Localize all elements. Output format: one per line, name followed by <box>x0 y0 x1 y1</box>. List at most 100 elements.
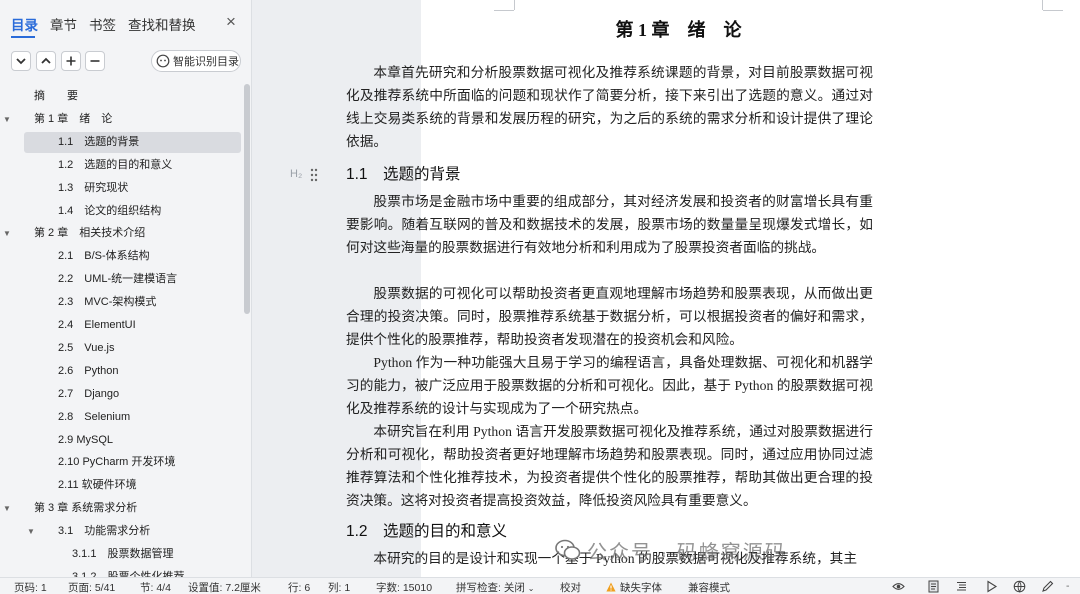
toc-item-label: 1.4 论文的组织结构 <box>58 204 162 217</box>
toc-item-label: 2.5 Vue.js <box>58 341 115 354</box>
chevron-down-icon <box>16 58 26 65</box>
toc-item-label: 2.11 软硬件环境 <box>58 479 137 492</box>
watermark: 公众号 · 码蜂窝源码 <box>555 532 895 568</box>
chapter-title: 第 1 章 绪 论 <box>615 20 742 40</box>
toc-item[interactable]: 2.7 Django <box>24 384 241 405</box>
caret-down-icon[interactable]: ▼ <box>2 109 12 130</box>
remove-heading-button[interactable] <box>85 51 105 71</box>
warning-icon <box>606 582 616 592</box>
caret-down-icon[interactable]: ▼ <box>2 498 12 519</box>
status-setting-value[interactable]: 设置值: 7.2厘米 <box>188 580 261 594</box>
status-section[interactable]: 节: 4/4 <box>140 580 171 594</box>
status-page[interactable]: 页面: 5/41 <box>68 580 115 594</box>
toc-item[interactable]: ▼ 第 1 章 绪 论 <box>3 109 241 130</box>
toc-item[interactable]: 2.5 Vue.js <box>24 338 241 359</box>
tab-chapters[interactable]: 章节 <box>50 14 77 34</box>
status-page-code[interactable]: 页码: 1 <box>14 580 47 594</box>
caret-down-icon[interactable]: ▼ <box>26 521 36 542</box>
paragraph-intro: 本章首先研究和分析股票数据可视化及推荐系统课题的背景，对目前股票数据可视化及推荐… <box>346 65 873 149</box>
toc-scrollbar[interactable] <box>244 84 250 314</box>
navigation-tabs: 目录 章节 书签 查找和替换 × <box>0 0 252 44</box>
toc-item-label: 摘 要 <box>34 90 78 102</box>
toc-item-label: 2.3 MVC-架构模式 <box>58 296 157 309</box>
compat-mode-label: 兼容模式 <box>688 582 730 594</box>
wechat-icon <box>555 539 581 560</box>
smart-recognize-toc-button[interactable]: 智能识别目录 <box>151 50 241 72</box>
toc-item[interactable]: ▼ 第 2 章 相关技术介绍 <box>3 223 241 244</box>
toc-item[interactable]: 2.2 UML-统一建模语言 <box>24 269 241 290</box>
status-word-count[interactable]: 字数: 15010 <box>376 580 432 594</box>
toc-item-label: 第 1 章 绪 论 <box>34 112 113 125</box>
toc-item[interactable]: 3.1.2 股票个性化推荐 <box>24 567 241 577</box>
paragraph-2: 股票数据的可视化可以帮助投资者更直观地理解市场趋势和股票表现，从而做出更合理的投… <box>346 286 873 347</box>
drag-handle-icon[interactable] <box>310 168 318 182</box>
section-heading-1-2: 1.2 选题的目的和意义 <box>346 523 508 540</box>
smart-button-label: 智能识别目录 <box>173 56 239 68</box>
page-view-icon[interactable] <box>927 580 940 593</box>
toc-item[interactable]: 2.4 ElementUI <box>24 315 241 336</box>
toc-item[interactable]: 2.1 B/S-体系结构 <box>24 246 241 267</box>
chevron-up-icon <box>41 57 51 64</box>
toc-item-label: 2.2 UML-统一建模语言 <box>58 273 178 286</box>
globe-icon[interactable] <box>1013 580 1026 593</box>
toc-item[interactable]: 2.11 软硬件环境 <box>24 475 241 496</box>
pen-icon[interactable] <box>1041 580 1054 593</box>
missing-font-label: 缺失字体 <box>620 582 662 594</box>
toc-item-label: 第 3 章 系统需求分析 <box>34 502 138 515</box>
paragraph-1: 股票市场是金融市场中重要的组成部分，其对经济发展和投资者的财富增长具有重要影响。… <box>346 194 873 255</box>
toc-item-label: 2.7 Django <box>58 387 120 400</box>
minus-icon <box>90 60 100 62</box>
toc-item-label: 2.6 Python <box>58 364 119 377</box>
toc-item[interactable]: 3.1.1 股票数据管理 <box>24 544 241 565</box>
margin-mark <box>494 10 514 11</box>
tab-toc[interactable]: 目录 <box>11 14 38 34</box>
margin-mark <box>514 0 515 10</box>
eye-icon[interactable] <box>892 580 905 593</box>
toc-item[interactable]: 2.9 MySQL <box>24 430 241 451</box>
toc-item[interactable]: 2.10 PyCharm 开发环境 <box>24 452 241 473</box>
toc-item-label: 3.1 功能需求分析 <box>58 525 151 538</box>
toc-item-label: 2.9 MySQL <box>58 433 114 446</box>
tab-bookmarks[interactable]: 书签 <box>89 14 116 34</box>
toc-item[interactable]: ▼ 第 3 章 系统需求分析 <box>3 498 241 519</box>
close-pane-icon[interactable]: × <box>222 12 240 32</box>
toc-item[interactable]: ▼ 3.1 功能需求分析 <box>24 521 241 542</box>
tab-find-replace[interactable]: 查找和替换 <box>128 14 196 34</box>
toc-item[interactable]: 2.6 Python <box>24 361 241 382</box>
toc-item-label: 2.10 PyCharm 开发环境 <box>58 456 176 469</box>
toc-item-label: 2.8 Selenium <box>58 410 131 423</box>
toc-item[interactable]: 1.3 研究现状 <box>24 178 241 199</box>
caret-down-icon[interactable]: ▼ <box>2 223 12 244</box>
document-area: 第 1 章 绪 论 本章首先研究和分析股票数据可视化及推荐系统课题的背景，对目前… <box>253 0 1080 577</box>
expand-up-button[interactable] <box>36 51 56 71</box>
toc-item[interactable]: 1.2 选题的目的和意义 <box>24 155 241 176</box>
toc-item[interactable]: 2.3 MVC-架构模式 <box>24 292 241 313</box>
toc-item-label: 1.2 选题的目的和意义 <box>58 158 173 171</box>
toc-item-label: 3.1.1 股票数据管理 <box>72 548 174 560</box>
play-icon[interactable] <box>985 580 998 593</box>
missing-font-button[interactable]: 缺失字体 <box>606 580 662 594</box>
more-icon[interactable]: - <box>1066 580 1070 592</box>
proofread-button[interactable]: 校对 <box>560 580 581 594</box>
toc-item-label: 1.1 选题的背景 <box>58 135 140 148</box>
spell-check-label: 拼写检查: 关闭 <box>456 582 525 594</box>
chevron-down-icon: ⌄ <box>527 584 535 593</box>
status-row[interactable]: 行: 6 <box>288 580 310 594</box>
status-column[interactable]: 列: 1 <box>328 580 350 594</box>
collapse-all-button[interactable] <box>11 51 31 71</box>
watermark-text: 公众号 · 码蜂窝源码 <box>587 541 787 564</box>
toc-item-label: 3.1.2 股票个性化推荐 <box>72 570 185 577</box>
section-heading-1-1: 1.1 选题的背景 <box>346 166 461 183</box>
toc-item[interactable]: 摘 要 <box>24 86 241 107</box>
toc-item[interactable]: 1.1 选题的背景 <box>24 131 241 153</box>
toc-item[interactable]: 1.4 论文的组织结构 <box>24 201 241 222</box>
toc-item-label: 2.4 ElementUI <box>58 319 136 331</box>
spell-check-dropdown[interactable]: 拼写检查: 关闭 ⌄ <box>456 580 534 594</box>
outline-view-icon[interactable] <box>955 580 968 593</box>
heading-level-marker[interactable]: H₂ <box>290 168 302 180</box>
navigation-pane: 目录 章节 书签 查找和替换 × 智能识别目录 摘 要 ▼ 第 1 章 绪 论 1.1… <box>0 0 252 577</box>
add-heading-button[interactable] <box>61 51 81 71</box>
ai-face-icon <box>156 54 170 68</box>
toc-item-label: 2.1 B/S-体系结构 <box>58 250 150 263</box>
toc-item[interactable]: 2.8 Selenium <box>24 407 241 428</box>
